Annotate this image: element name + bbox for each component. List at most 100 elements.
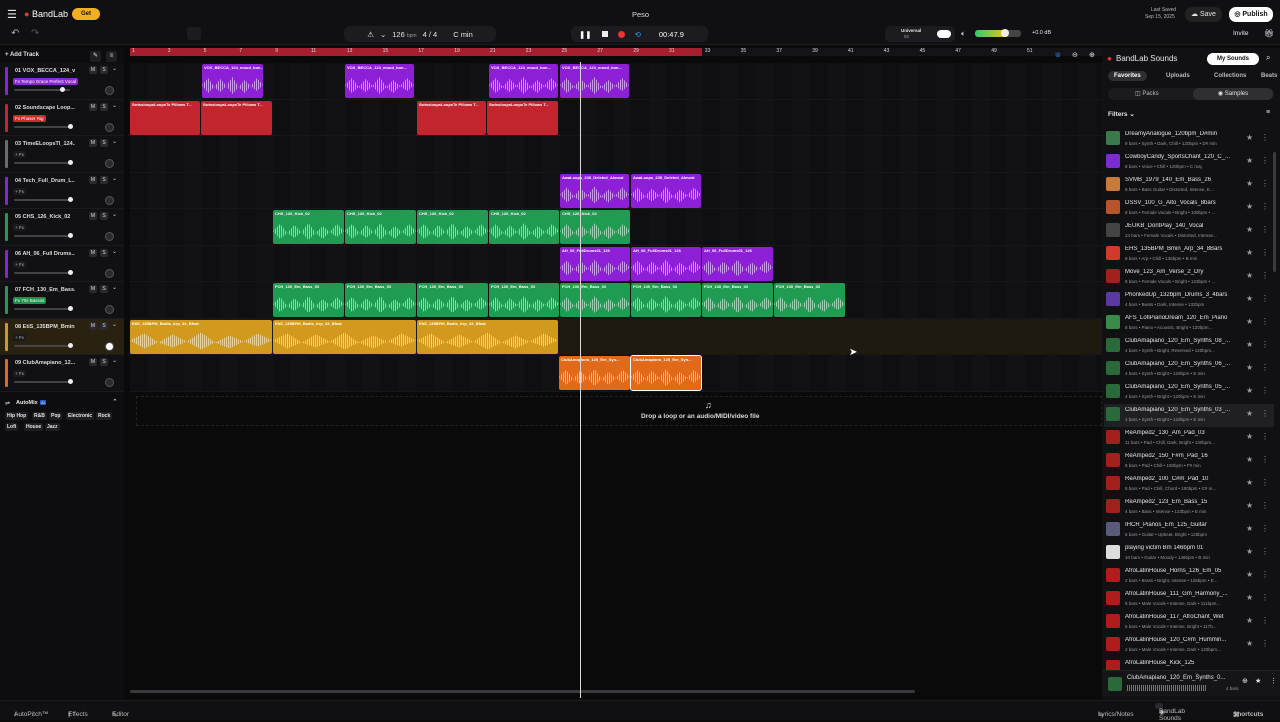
audio-clip[interactable]: FCH_130_Em_Bass_03 — [560, 283, 630, 317]
solo-button[interactable]: S — [100, 175, 108, 184]
audio-clip[interactable]: SwissloopsLoopsTe Pillows T... — [417, 100, 486, 135]
mute-button[interactable]: M — [89, 212, 97, 220]
tab-uploads[interactable]: Uploads — [1166, 73, 1190, 79]
volume-thumb[interactable] — [68, 196, 73, 202]
sound-item[interactable]: DreamyAnalogue_120bpm_D#min 9 bars • Synt… — [1104, 128, 1274, 151]
track-volume-slider[interactable] — [14, 379, 73, 384]
tab-packs[interactable]: ◫ Packs — [1135, 90, 1159, 97]
redo-icon[interactable]: ↷ — [31, 28, 39, 39]
stop-icon[interactable] — [601, 31, 608, 37]
sound-item[interactable]: ReAmped2_130_Am_Pad_03 11 bars • Pad • Ch… — [1104, 427, 1274, 450]
quantize-icon[interactable] — [187, 27, 201, 40]
sound-item[interactable]: DSSV_100_G_Alto_Vocals_8bars 8 bars • Fem… — [1104, 197, 1274, 220]
sound-item[interactable]: EHS_135BPM_Bmin_Arp_34_8Bars 8 bars • Arp… — [1104, 243, 1274, 266]
star-icon[interactable]: ★ — [1255, 677, 1261, 685]
sound-item[interactable]: AfroLatinHouse_120_C#m_Hummin... 2 bars •… — [1104, 634, 1274, 657]
sound-item[interactable]: PhonkedUp_132bpm_Drums_3_4bars 4 bars • B… — [1104, 289, 1274, 312]
track-header[interactable]: 04 Tech_Full_Drum_L...04+ FxMS⌄ — [0, 172, 124, 209]
pan-knob[interactable] — [105, 86, 114, 95]
pan-knob[interactable] — [105, 232, 114, 241]
volume-thumb[interactable] — [68, 379, 73, 384]
star-icon[interactable]: ★ — [1246, 340, 1253, 349]
genre-chip[interactable]: Jazz — [45, 423, 60, 431]
more-icon[interactable]: ⋮ — [1261, 639, 1269, 648]
chevron-down-icon[interactable]: ⌄ — [112, 357, 117, 364]
tempo-value[interactable]: 126 bpm — [392, 30, 416, 39]
track-volume-slider[interactable] — [14, 269, 73, 275]
pencil-icon[interactable]: ✎ — [90, 51, 101, 62]
more-icon[interactable]: ⋮ — [1261, 593, 1269, 602]
audio-clip[interactable]: FCH_130_Em_Bass_03 — [417, 283, 488, 317]
audio-clip[interactable]: VOX_BECCA_124_mood_bon... — [489, 64, 558, 98]
track-volume-slider[interactable] — [14, 123, 73, 129]
star-icon[interactable]: ★ — [1246, 455, 1253, 464]
sound-item[interactable]: JEUKB_DontPlay_140_Vocal 24 bars • Female… — [1104, 220, 1274, 243]
volume-thumb[interactable] — [60, 87, 65, 92]
loop-icon[interactable]: ⟲ — [635, 30, 641, 39]
audio-clip[interactable]: ClubAmapiano_120_Em_Syn... — [559, 356, 630, 390]
sound-item[interactable]: Move_123_Am_Verse_2_Dry 8 bars • Female V… — [1104, 266, 1274, 289]
volume-thumb[interactable] — [1001, 29, 1009, 37]
audio-clip[interactable]: SwissloopsLoopsTe Pillows T... — [130, 100, 200, 135]
mute-button[interactable]: M — [89, 175, 97, 184]
audio-clip[interactable]: AwaLoops_235_Deleted_Almost — [560, 173, 629, 208]
drop-zone[interactable]: ♫ Drop a loop or an audio/MIDI/video fil… — [136, 396, 1102, 426]
audio-clip[interactable]: CHS_126_Kick_02 — [560, 210, 630, 244]
track-header[interactable]: 07 FCH_130_Em_Bass...07Fx 70s BassistMS⌄ — [0, 282, 124, 319]
star-icon[interactable]: ★ — [1246, 547, 1253, 556]
filters-button[interactable]: Filters ⌄ — [1108, 110, 1135, 118]
horizontal-scrollbar[interactable] — [130, 690, 915, 693]
audio-clip[interactable]: VOX_BECCA_124_mood_bon... — [560, 64, 629, 98]
more-icon[interactable]: ⋮ — [1261, 547, 1269, 556]
playhead[interactable] — [580, 62, 581, 698]
track-lane[interactable]: ClubAmapiano_120_Em_Syn... ClubAmapiano_1… — [130, 355, 1102, 392]
audio-clip[interactable]: CHS_126_Kick_02 — [489, 210, 559, 244]
more-icon[interactable]: ⋮ — [1261, 156, 1269, 165]
star-icon[interactable]: ★ — [1246, 156, 1253, 165]
more-icon[interactable]: ⋮ — [1261, 294, 1269, 303]
volume-thumb[interactable] — [68, 269, 73, 275]
solo-button[interactable]: S — [100, 66, 108, 74]
solo-button[interactable]: S — [100, 102, 108, 111]
track-name[interactable]: 01 VOX_BECCA_124_v... — [15, 68, 75, 74]
track-volume-slider[interactable] — [14, 160, 73, 165]
mute-button[interactable]: M — [89, 358, 97, 366]
more-icon[interactable]: ⋮ — [1261, 455, 1269, 464]
more-icon[interactable]: ⋮ — [1261, 478, 1269, 487]
track-name[interactable]: 05 CHS_126_Kick_02 — [15, 214, 75, 220]
star-icon[interactable]: ★ — [1246, 248, 1253, 257]
star-icon[interactable]: ★ — [1246, 386, 1253, 395]
track-volume-slider[interactable] — [14, 196, 73, 202]
solo-button[interactable]: S — [100, 212, 108, 220]
star-icon[interactable]: ★ — [1246, 225, 1253, 234]
sound-item[interactable]: ClubAmapiano_120_Em_Synths_08_... 4 bars … — [1104, 335, 1274, 358]
toggle-switch[interactable] — [937, 30, 951, 38]
audio-clip[interactable]: SwissloopsLoopsTe Pillows T... — [201, 100, 272, 135]
pause-icon[interactable]: ❚❚ — [579, 30, 592, 39]
audio-clip[interactable]: FCH_130_Em_Bass_03 — [774, 283, 845, 317]
audio-clip[interactable]: VOX_BECCA_124_mood_bon... — [202, 64, 263, 98]
undo-icon[interactable]: ↶ — [11, 28, 19, 39]
solo-button[interactable]: S — [100, 139, 108, 147]
mute-button[interactable]: M — [89, 248, 97, 257]
track-lane[interactable] — [130, 136, 1102, 173]
record-icon[interactable] — [617, 30, 625, 38]
arrangement-area[interactable]: 1 3 5 7 9 11 13 15 17 19 21 23 25 27 29 31 33 35 37 39 41 43 4… — [130, 48, 1102, 693]
star-icon[interactable]: ★ — [1246, 570, 1253, 579]
track-volume-slider[interactable] — [14, 233, 73, 238]
track-fx-button[interactable]: + Fx — [13, 333, 26, 341]
sound-item[interactable]: ClubAmapiano_120_Em_Synths_05_... 4 bars … — [1104, 381, 1274, 404]
track-lane[interactable]: AwaLoops_235_Deleted_Almost AwaLoops_235_… — [130, 172, 1102, 209]
snap-icon[interactable]: ⋓ — [1055, 51, 1061, 59]
chevron-down-icon[interactable]: ⌄ — [112, 284, 117, 291]
star-icon[interactable]: ★ — [1246, 501, 1253, 510]
add-track-button[interactable]: + Add Track — [5, 52, 39, 58]
sound-item[interactable]: CowboyCandy_SportsChant_120_C_... 8 bars … — [1104, 151, 1274, 174]
sound-item[interactable]: ReAmped2_100_C#m_Pad_10 8 bars • Pad • Ch… — [1104, 473, 1274, 496]
sort-icon[interactable]: ≡ — [1266, 109, 1270, 116]
sound-item[interactable]: ClubAmapiano_120_Em_Synths_06_... 4 bars … — [1104, 358, 1274, 381]
invite-button[interactable]: Invite — [1233, 30, 1249, 37]
track-fx-button[interactable]: Fx Tempo Grace Perfect Vocal — [13, 78, 78, 85]
audio-clip[interactable]: FCH_130_Em_Bass_03 — [489, 283, 559, 317]
master-volume-slider[interactable] — [975, 29, 1021, 37]
